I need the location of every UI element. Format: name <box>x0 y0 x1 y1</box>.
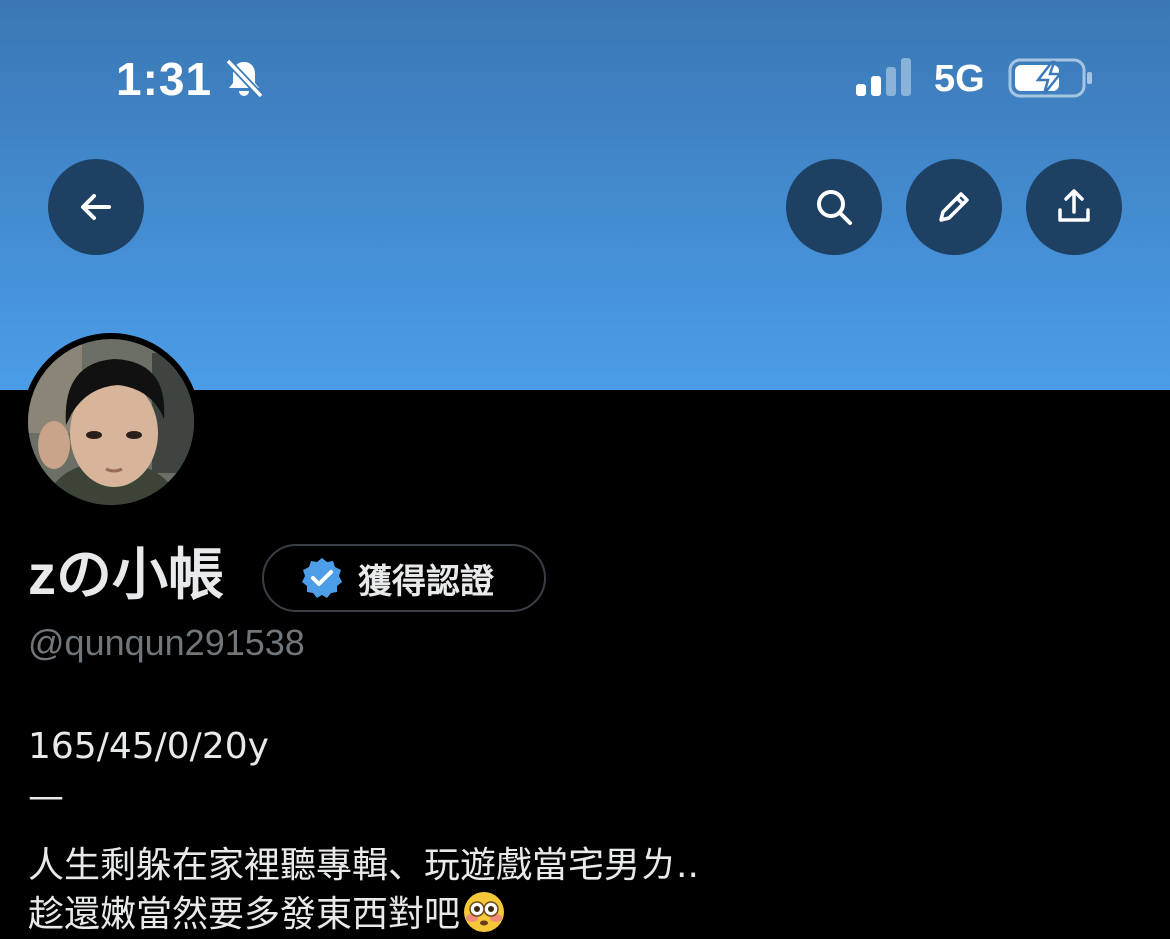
signal-icon <box>856 58 911 96</box>
share-button[interactable] <box>1026 159 1122 255</box>
bio-line: 趁還嫩當然要多發東西對吧 <box>28 885 506 937</box>
bio-line: — <box>28 776 64 817</box>
pencil-icon <box>939 192 969 222</box>
status-time: 1:31 <box>116 53 213 105</box>
user-handle: @qunqun291538 <box>28 622 305 663</box>
search-button[interactable] <box>786 159 882 255</box>
get-verified-label: 獲得認證 <box>358 562 494 601</box>
bell-off-icon <box>225 58 264 99</box>
bio-line: 人生剩躲在家裡聽專輯、玩遊戲當宅男ㄌ.. <box>28 845 699 886</box>
share-icon <box>1058 189 1090 222</box>
edit-button[interactable] <box>906 159 1002 255</box>
network-type: 5G <box>934 58 985 100</box>
verified-badge-icon <box>302 558 342 598</box>
bio-line-text: 趁還嫩當然要多發東西對吧 <box>28 894 461 935</box>
battery-charging-icon <box>1008 58 1092 98</box>
back-button[interactable] <box>48 159 144 255</box>
back-arrow-icon <box>81 194 111 220</box>
flushed-face-emoji-icon <box>464 892 505 932</box>
display-name: zの小帳 <box>28 543 224 606</box>
avatar[interactable] <box>22 333 200 511</box>
search-icon <box>817 190 852 225</box>
get-verified-button[interactable]: 獲得認證 <box>262 544 546 612</box>
bio-line: 165/45/0/20y <box>28 726 269 767</box>
avatar-photo <box>22 333 200 511</box>
